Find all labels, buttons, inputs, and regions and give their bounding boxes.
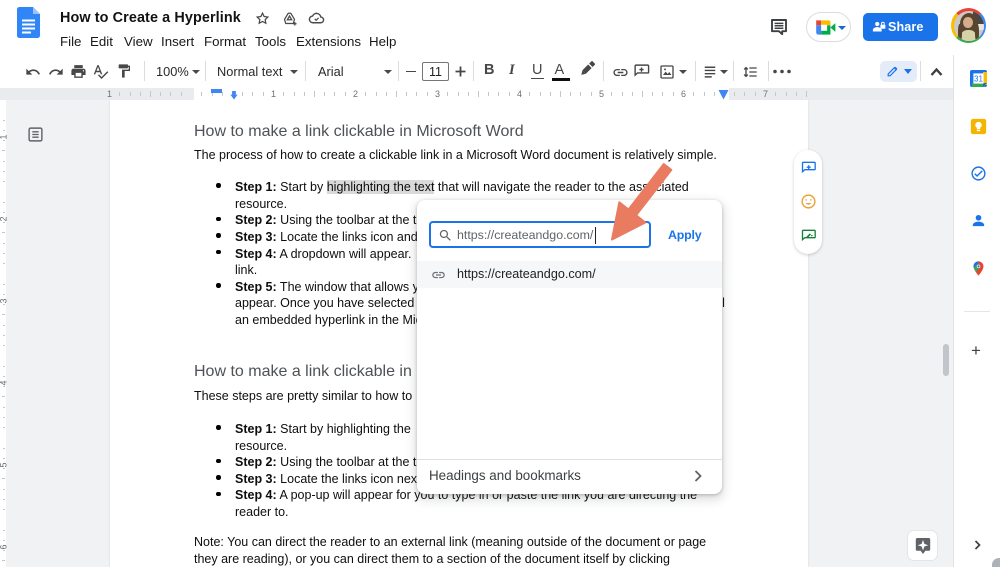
svg-text:31: 31 — [974, 74, 983, 83]
